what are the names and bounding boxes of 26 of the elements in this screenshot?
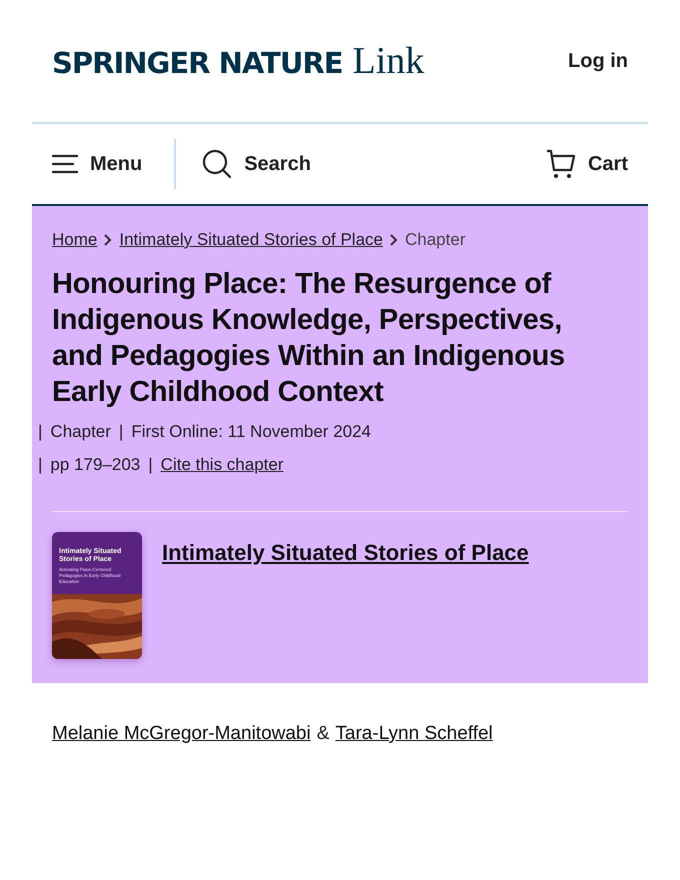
logo[interactable]: SPRINGER NATURE Link xyxy=(52,39,424,83)
login-link[interactable]: Log in xyxy=(568,50,628,72)
cart-icon xyxy=(546,149,576,179)
author-link[interactable]: Tara-Lynn Scheffel xyxy=(335,723,493,745)
meta-text: First Online: 11 November 2024 xyxy=(131,422,372,442)
meta-text: Chapter xyxy=(50,422,111,442)
breadcrumb-current: Chapter xyxy=(405,230,466,250)
cart-button[interactable]: Cart xyxy=(546,149,628,179)
breadcrumb-link[interactable]: Home xyxy=(52,230,98,250)
search-button[interactable]: Search xyxy=(202,149,311,179)
chevron-icon xyxy=(103,234,114,246)
search-icon xyxy=(202,149,232,179)
separator: | xyxy=(148,455,153,475)
cite-link[interactable]: Cite this chapter xyxy=(160,455,284,475)
breadcrumb-link[interactable]: Intimately Situated Stories of Place xyxy=(119,230,383,250)
menu-button[interactable]: Menu xyxy=(52,152,142,176)
separator: | xyxy=(38,455,42,475)
meta-text: pp 179–203 xyxy=(50,455,140,475)
menu-icon xyxy=(52,154,78,174)
book-title-link[interactable]: Intimately Situated Stories of Place xyxy=(162,540,529,566)
separator: | xyxy=(118,422,124,442)
author-link[interactable]: Melanie McGregor-Manitowabi xyxy=(52,723,311,745)
separator: | xyxy=(38,422,42,442)
author-joiner: & xyxy=(316,723,330,745)
chapter-title: Honouring Place: The Resurgence of Indigenous Knowledge, Perspectives, and Pedagogies Within an Indigenous Early Childhood Context xyxy=(52,267,566,410)
chevron-icon xyxy=(389,234,399,246)
